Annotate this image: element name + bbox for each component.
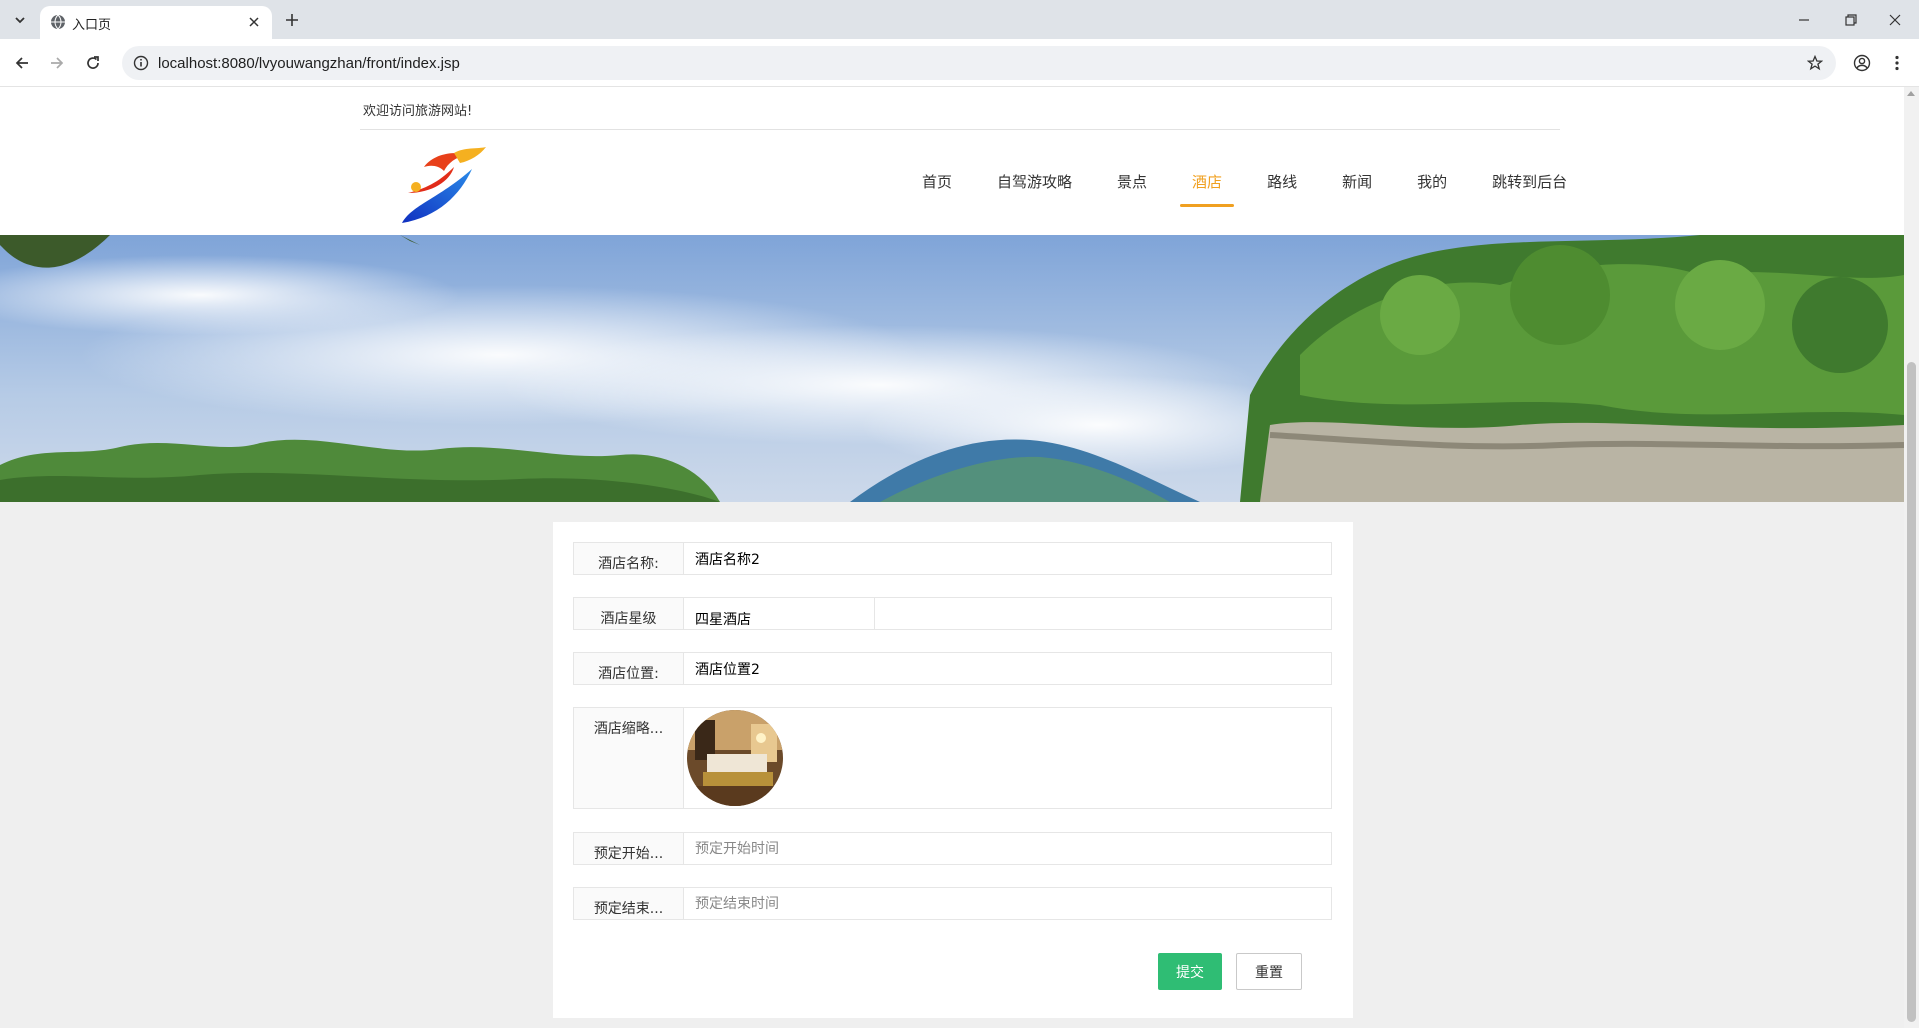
nav-item-home[interactable]: 首页 (910, 175, 964, 207)
nav-item-driving-guide[interactable]: 自驾游攻略 (985, 175, 1084, 207)
nav-item-news[interactable]: 新闻 (1330, 175, 1384, 207)
end-time-row: 预定结束... (573, 887, 1332, 920)
reload-icon[interactable] (81, 51, 105, 75)
menu-kebab-icon[interactable] (1885, 51, 1909, 75)
browser-tab-bar: 入口页 (0, 0, 1919, 39)
close-window-icon[interactable] (1871, 0, 1919, 39)
scroll-up-arrow-icon[interactable] (1907, 91, 1915, 96)
main-nav: 首页 自驾游攻略 景点 酒店 路线 新闻 我的 跳转到后台 (910, 175, 1600, 207)
address-bar[interactable]: localhost:8080/lvyouwangzhan/front/index… (122, 46, 1836, 80)
hotel-star-row: 酒店星级 四星酒店 (573, 597, 1332, 630)
site-logo[interactable] (398, 147, 490, 229)
hotel-star-select[interactable]: 四星酒店 (685, 598, 875, 629)
page-viewport: 欢迎访问旅游网站! 首页 自驾游攻略 景点 酒店 路线 新闻 我的 跳转到后台 (0, 87, 1904, 1028)
banner-image (0, 235, 1904, 502)
restore-icon[interactable] (1827, 0, 1875, 39)
tab-close-icon[interactable] (244, 12, 264, 32)
hotel-thumbnail-image[interactable] (687, 710, 783, 806)
hotel-location-label: 酒店位置: (574, 653, 684, 684)
profile-icon[interactable] (1850, 51, 1874, 75)
reset-button[interactable]: 重置 (1236, 953, 1302, 990)
hotel-location-field[interactable] (685, 653, 1331, 684)
end-time-field[interactable] (685, 888, 1331, 919)
hotel-name-field[interactable] (685, 543, 1331, 574)
bookmark-star-icon[interactable] (1804, 52, 1826, 74)
tab-title: 入口页 (72, 18, 112, 33)
hotel-thumbnail-row: 酒店缩略... (573, 707, 1332, 809)
back-arrow-icon[interactable] (10, 51, 34, 75)
nav-item-hotel[interactable]: 酒店 (1180, 175, 1235, 207)
forward-arrow-icon[interactable] (45, 51, 69, 75)
url-text: localhost:8080/lvyouwangzhan/front/index… (158, 55, 460, 72)
submit-button[interactable]: 提交 (1158, 953, 1222, 990)
hotel-star-label: 酒店星级 (574, 598, 684, 629)
nav-item-routes[interactable]: 路线 (1255, 175, 1309, 207)
hotel-booking-form: 酒店名称: 酒店星级 四星酒店 酒店位置: 酒店缩略... (553, 522, 1353, 1018)
start-time-field[interactable] (685, 833, 1331, 864)
end-time-label: 预定结束... (574, 888, 684, 919)
minimize-icon[interactable] (1780, 0, 1828, 39)
nav-item-admin[interactable]: 跳转到后台 (1480, 175, 1579, 207)
hotel-location-row: 酒店位置: (573, 652, 1332, 685)
welcome-text: 欢迎访问旅游网站! (363, 104, 473, 119)
globe-icon (51, 14, 65, 30)
hotel-name-row: 酒店名称: (573, 542, 1332, 575)
nav-item-mine[interactable]: 我的 (1405, 175, 1459, 207)
start-time-label: 预定开始... (574, 833, 684, 864)
site-info-icon[interactable] (130, 52, 152, 74)
header-divider (360, 129, 1560, 130)
hotel-thumbnail-label: 酒店缩略... (574, 708, 684, 808)
hotel-name-label: 酒店名称: (574, 543, 684, 574)
nav-item-scenic-spots[interactable]: 景点 (1105, 175, 1159, 207)
page-scrollbar[interactable] (1904, 87, 1919, 1028)
site-header: 欢迎访问旅游网站! 首页 自驾游攻略 景点 酒店 路线 新闻 我的 跳转到后台 (0, 87, 1904, 235)
new-tab-plus-icon[interactable] (280, 8, 304, 32)
scrollbar-thumb[interactable] (1907, 362, 1916, 1022)
start-time-row: 预定开始... (573, 832, 1332, 865)
browser-tab[interactable]: 入口页 (40, 6, 272, 39)
browser-toolbar: localhost:8080/lvyouwangzhan/front/index… (0, 39, 1919, 87)
tab-list-chevron-icon[interactable] (8, 8, 32, 32)
